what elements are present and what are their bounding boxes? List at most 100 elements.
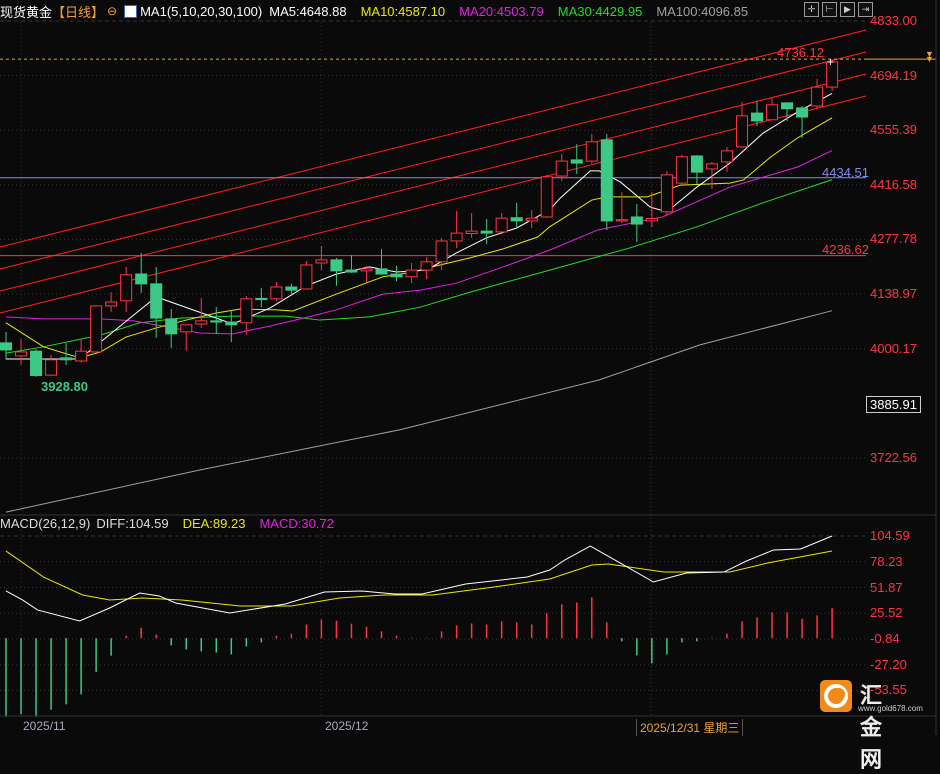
candle xyxy=(120,266,133,312)
cursor-price-box: 3885.91 xyxy=(866,396,921,413)
symbol-name[interactable]: 现货黄金 xyxy=(0,2,52,21)
candle xyxy=(210,307,223,334)
macd-header: MACD(26,12,9) DIFF:104.59 DEA:89.23 MACD… xyxy=(0,516,340,531)
candle-body xyxy=(180,324,193,333)
candle xyxy=(675,154,688,185)
candle xyxy=(420,257,433,280)
candle xyxy=(405,263,418,284)
candle-body xyxy=(600,139,613,222)
candle-body xyxy=(720,150,733,163)
candle xyxy=(255,287,268,308)
macd-name[interactable]: MACD(26,12,9) xyxy=(0,516,90,531)
settings-circle-icon[interactable]: ⊖ xyxy=(107,4,117,18)
price-levels xyxy=(0,58,936,257)
candle xyxy=(90,305,103,353)
ma5-value: MA5:4648.88 xyxy=(269,3,347,19)
period-label[interactable]: 【日线】 xyxy=(52,2,104,21)
candle-body xyxy=(675,156,688,184)
candle-body xyxy=(75,350,88,362)
candle xyxy=(105,292,118,312)
candle-body xyxy=(405,269,418,278)
candle-body xyxy=(751,112,763,122)
ma10-value: MA10:4587.10 xyxy=(360,3,446,19)
candle-body xyxy=(0,342,12,351)
candle-body xyxy=(225,321,238,326)
candle xyxy=(60,343,73,365)
dea-value: DEA:89.23 xyxy=(182,516,246,531)
candle xyxy=(600,133,613,230)
candle-body xyxy=(630,216,643,225)
ma20-value: MA20:4503.79 xyxy=(459,3,544,19)
macd-axis-label: -0.84 xyxy=(870,631,900,646)
chart-canvas[interactable]: + xyxy=(0,0,940,735)
crosshair-icon[interactable]: ✛ xyxy=(804,2,819,17)
ma-chart-icon[interactable] xyxy=(124,4,138,18)
candle xyxy=(270,281,283,302)
candle-body xyxy=(465,230,478,234)
ma5-line xyxy=(6,93,833,360)
candle-body xyxy=(766,104,779,121)
candle xyxy=(465,213,478,238)
candle-body xyxy=(90,305,103,353)
x-label-nov: 2025/11 xyxy=(23,719,66,733)
moving-averages xyxy=(5,93,833,513)
candle-body xyxy=(450,232,463,242)
candle xyxy=(555,154,568,182)
candle xyxy=(480,218,493,245)
candle-body xyxy=(195,320,208,325)
candle-body xyxy=(315,259,328,264)
candle xyxy=(525,209,538,228)
candle xyxy=(0,331,12,360)
level-label-2: 4236.62 xyxy=(822,242,869,257)
candle xyxy=(811,78,824,108)
candle xyxy=(75,338,88,363)
gold678-logo-icon xyxy=(820,680,852,712)
candle-body xyxy=(540,176,553,218)
candle xyxy=(660,170,673,215)
candle-body xyxy=(510,217,523,222)
macd-axis-label: 104.59 xyxy=(870,527,910,543)
candle-body xyxy=(660,174,673,213)
candle-body xyxy=(390,273,403,278)
candle-body xyxy=(645,218,658,222)
zoom-range-icon[interactable]: ⊢ xyxy=(822,2,837,17)
candle-body xyxy=(120,274,133,302)
price-axis-label: 4138.97 xyxy=(870,286,917,302)
price-axis-label: 4833.00 xyxy=(870,13,917,28)
x-label-dec: 2025/12 xyxy=(325,719,369,733)
candle-body xyxy=(435,240,448,263)
candle-body xyxy=(30,350,43,377)
candle xyxy=(345,255,358,273)
macd-axis-label: 25.52 xyxy=(870,605,903,621)
macd-axis-label: 78.23 xyxy=(870,553,903,569)
candle-body xyxy=(210,320,223,323)
macd-value: MACD:30.72 xyxy=(259,516,334,531)
candle xyxy=(330,257,343,286)
candle xyxy=(630,203,643,243)
candle xyxy=(495,213,508,233)
price-axis-label: 4694.19 xyxy=(870,67,917,83)
candle xyxy=(195,298,208,328)
candle-body xyxy=(420,261,433,271)
candle-body xyxy=(345,269,358,273)
candle xyxy=(45,355,58,377)
frame: + xyxy=(0,0,937,735)
candles xyxy=(0,59,839,377)
channel-line xyxy=(0,73,867,292)
x-cursor-date: 2025/12/31 星期三 xyxy=(636,719,744,736)
candle xyxy=(240,296,253,336)
candle xyxy=(766,98,779,121)
candle xyxy=(315,246,328,271)
last-price-label: 4736.12 xyxy=(777,45,824,60)
price-axis-label: 3722.56 xyxy=(870,449,917,465)
level-label-1: 4434.51 xyxy=(822,165,869,180)
ma100-line xyxy=(5,310,833,513)
ma-label[interactable]: MA1(5,10,20,30,100) xyxy=(140,4,262,19)
price-axis-label: 4000.17 xyxy=(870,340,917,356)
last-price-marker-icon: ▼ ▼ xyxy=(925,49,934,64)
macd-panel xyxy=(5,535,833,717)
candle xyxy=(645,192,658,227)
watermark-url: www.gold678.com xyxy=(858,704,923,713)
play-forward-icon[interactable]: ▶ xyxy=(840,2,855,17)
candle-body xyxy=(796,107,809,118)
